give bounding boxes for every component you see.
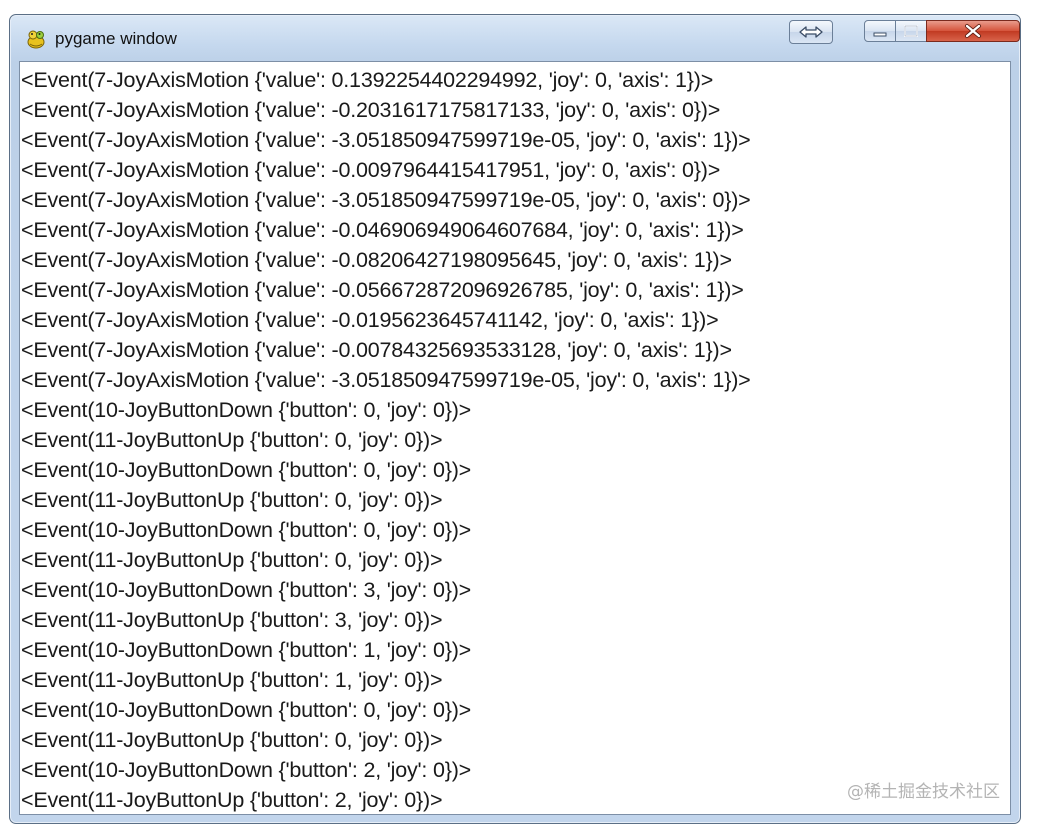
log-line: <Event(11-JoyButtonUp {'button': 1, 'joy… (21, 668, 443, 692)
log-line: <Event(10-JoyButtonDown {'button': 2, 'j… (21, 758, 472, 782)
window-title: pygame window (55, 29, 177, 48)
log-line: <Event(7-JoyAxisMotion {'value': -3.0518… (21, 368, 751, 392)
log-line: <Event(10-JoyButtonDown {'button': 0, 'j… (21, 518, 472, 542)
log-line: <Event(11-JoyButtonUp {'button': 0, 'joy… (21, 728, 443, 752)
pygame-window: pygame window <Event(7-JoyAxisMotion {'v… (9, 14, 1021, 824)
log-line: <Event(7-JoyAxisMotion {'value': -0.0820… (21, 248, 732, 272)
log-line: <Event(7-JoyAxisMotion {'value': -3.0518… (21, 128, 751, 152)
log-line: <Event(7-JoyAxisMotion {'value': -0.0078… (21, 338, 732, 362)
log-line: <Event(10-JoyButtonDown {'button': 0, 'j… (21, 398, 472, 422)
log-line: <Event(10-JoyButtonDown {'button': 0, 'j… (21, 698, 472, 722)
log-line: <Event(7-JoyAxisMotion {'value': -0.0195… (21, 308, 719, 332)
close-icon (965, 24, 981, 38)
log-line: <Event(11-JoyButtonUp {'button': 3, 'joy… (21, 608, 443, 632)
log-line: <Event(7-JoyAxisMotion {'value': 0.13922… (21, 68, 714, 92)
log-line: <Event(7-JoyAxisMotion {'value': -0.0566… (21, 278, 744, 302)
event-log: <Event(7-JoyAxisMotion {'value': 0.13922… (19, 61, 1011, 815)
maximize-button[interactable] (895, 20, 927, 42)
restore-button[interactable] (789, 20, 833, 44)
log-line: <Event(7-JoyAxisMotion {'value': -0.2031… (21, 98, 721, 122)
watermark: @稀土掘金技术社区 (847, 782, 1000, 802)
log-line: <Event(11-JoyButtonUp {'button': 0, 'joy… (21, 488, 443, 512)
minimize-button[interactable] (864, 20, 896, 42)
log-line: <Event(7-JoyAxisMotion {'value': -0.0097… (21, 158, 721, 182)
pygame-snake-icon (25, 28, 47, 50)
double-arrow-icon (799, 26, 823, 38)
minimize-icon (873, 32, 887, 37)
close-button[interactable] (926, 20, 1020, 42)
log-line: <Event(11-JoyButtonUp {'button': 0, 'joy… (21, 428, 443, 452)
title-bar[interactable]: pygame window (10, 15, 1020, 61)
log-line: <Event(10-JoyButtonDown {'button': 3, 'j… (21, 578, 472, 602)
caption-buttons (864, 20, 1024, 44)
log-line: <Event(7-JoyAxisMotion {'value': -0.0469… (21, 218, 744, 242)
log-line: <Event(11-JoyButtonUp {'button': 0, 'joy… (21, 548, 443, 572)
log-line: <Event(10-JoyButtonDown {'button': 1, 'j… (21, 638, 472, 662)
log-line: <Event(7-JoyAxisMotion {'value': -3.0518… (21, 188, 751, 212)
maximize-icon (904, 25, 918, 37)
log-line: <Event(11-JoyButtonUp {'button': 2, 'joy… (21, 788, 443, 812)
log-line: <Event(10-JoyButtonDown {'button': 0, 'j… (21, 458, 472, 482)
